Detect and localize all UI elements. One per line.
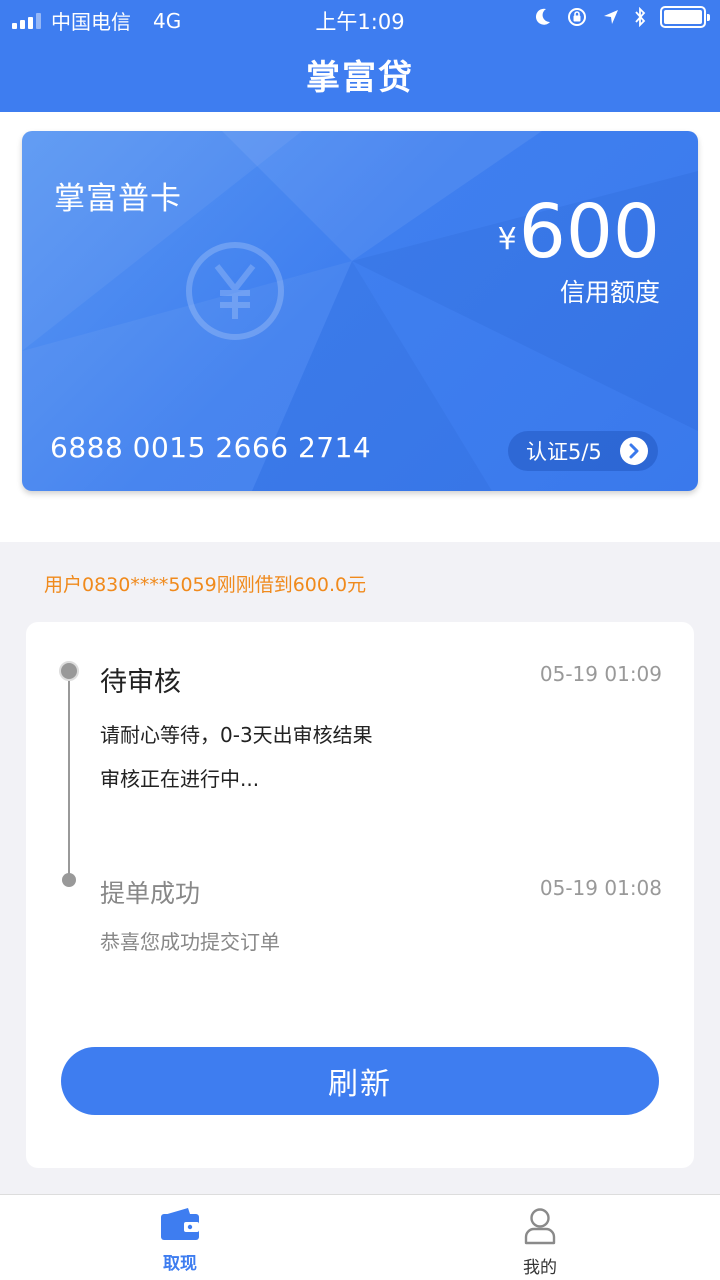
currency-symbol: ¥ <box>497 222 517 257</box>
card-section: 掌富普卡 ¥600 信用额度 6888 0015 2666 2714 认证5/5 <box>0 112 720 542</box>
location-icon <box>604 10 618 24</box>
tab-withdraw-label: 取现 <box>163 1254 197 1274</box>
moon-icon <box>535 8 550 25</box>
credit-amount-value: 600 <box>518 189 660 275</box>
timeline-dot-past <box>62 873 76 887</box>
credit-limit-label: 信用额度 <box>559 278 660 307</box>
step-time-submitted: 05-19 01:08 <box>539 876 662 900</box>
step-title-pending: 待审核 <box>100 667 181 698</box>
verify-label: 认证5/5 <box>526 440 602 464</box>
status-bar: 中国电信 4G 上午1:09 <box>0 0 720 40</box>
step-time-pending: 05-19 01:09 <box>539 662 662 686</box>
tab-bar: 取现 我的 <box>0 1194 720 1280</box>
tab-mine[interactable]: 我的 <box>360 1195 720 1280</box>
orientation-lock-icon <box>568 8 586 26</box>
chevron-right-icon <box>620 437 648 465</box>
wallet-icon <box>161 1208 199 1240</box>
loan-notice: 用户0830****5059刚刚借到600.0元 <box>44 574 367 596</box>
refresh-button[interactable]: 刷新 <box>61 1047 659 1115</box>
credit-amount: ¥600 <box>498 187 660 285</box>
step-title-submitted: 提单成功 <box>100 879 201 908</box>
page-title: 掌富贷 <box>306 58 414 98</box>
bluetooth-icon <box>635 7 646 27</box>
verify-status-button[interactable]: 认证5/5 <box>508 431 658 471</box>
step-desc-pending-progress: 审核正在进行中... <box>100 767 260 791</box>
timeline-line <box>68 672 70 880</box>
card-name: 掌富普卡 <box>54 181 182 217</box>
battery-icon <box>660 6 710 28</box>
step-desc-submitted: 恭喜您成功提交订单 <box>100 930 280 954</box>
step-desc-pending: 请耐心等待，0-3天出审核结果 <box>100 723 373 747</box>
timeline-dot-current <box>59 661 79 681</box>
review-status-panel: 待审核 05-19 01:09 请耐心等待，0-3天出审核结果 审核正在进行中.… <box>26 622 694 1168</box>
tab-mine-label: 我的 <box>523 1258 557 1278</box>
tab-withdraw[interactable]: 取现 <box>0 1195 360 1280</box>
card-number: 6888 0015 2666 2714 <box>50 431 372 464</box>
credit-card[interactable]: 掌富普卡 ¥600 信用额度 6888 0015 2666 2714 认证5/5 <box>22 131 698 491</box>
person-icon <box>524 1208 556 1245</box>
app-header: 中国电信 4G 上午1:09 掌富贷 <box>0 0 720 112</box>
